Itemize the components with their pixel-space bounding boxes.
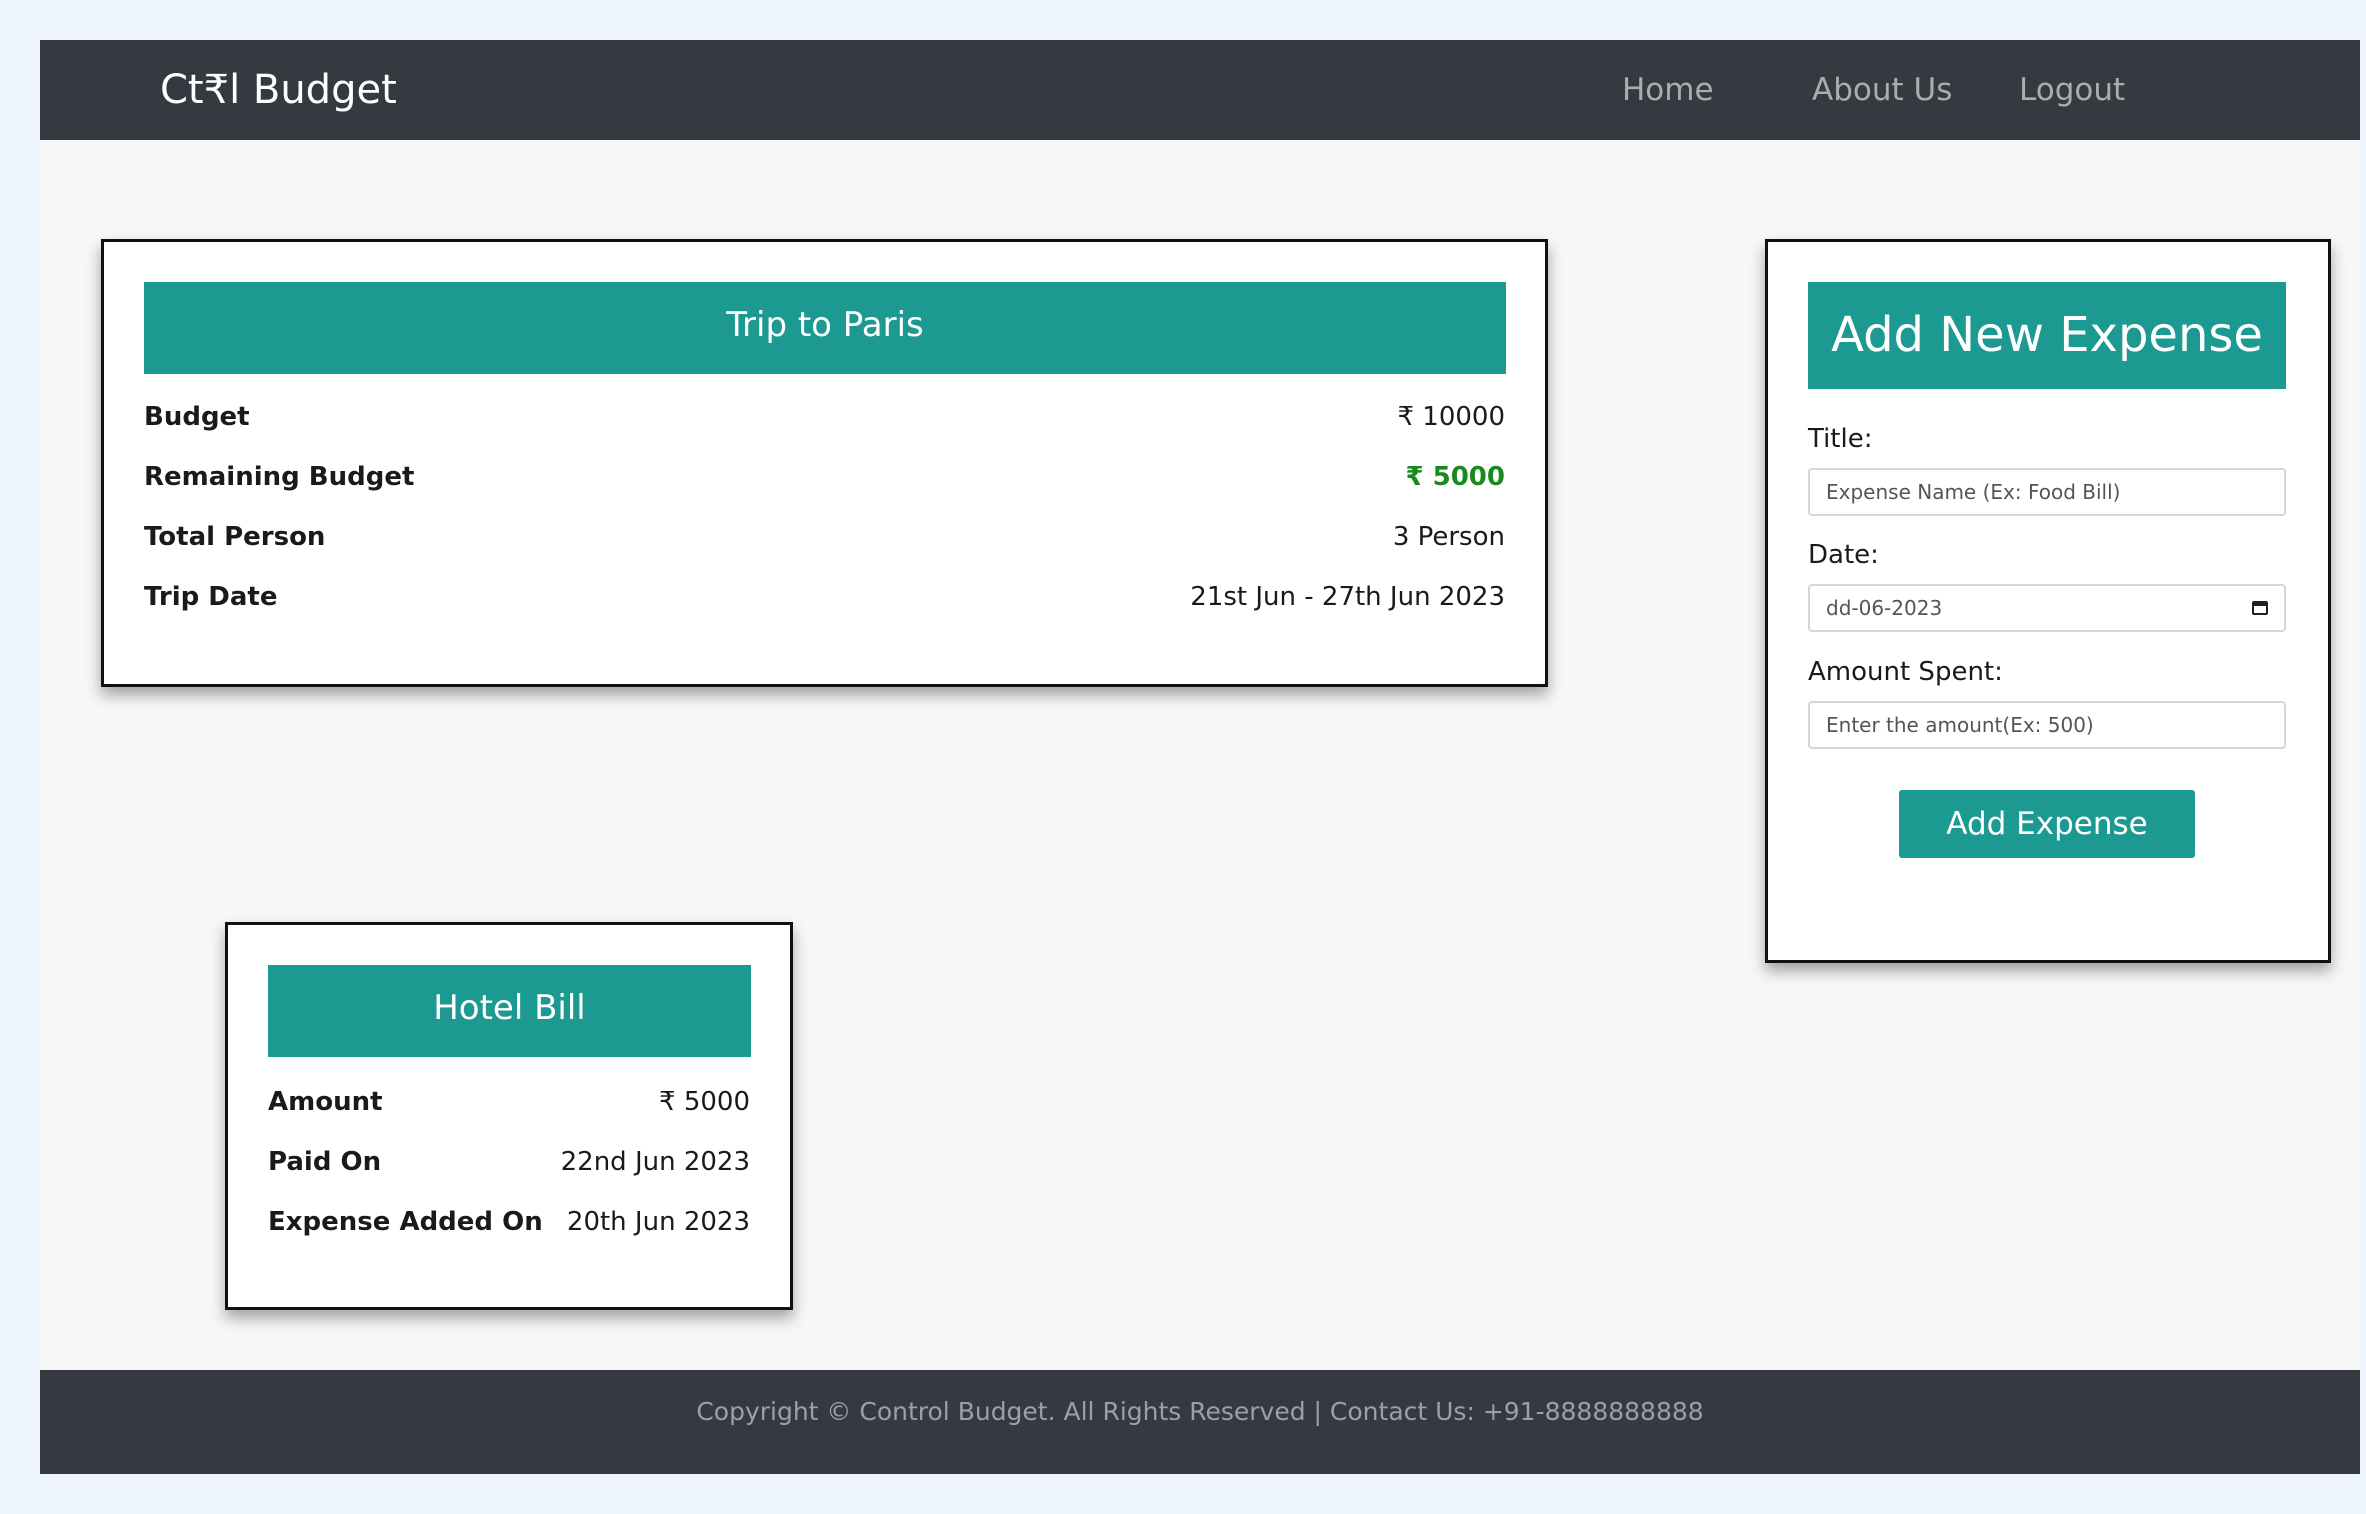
brand-logo[interactable]: Ct₹l Budget	[160, 58, 397, 122]
date-field-label: Date:	[1808, 540, 1879, 570]
expense-added-on-label: Expense Added On	[268, 1207, 543, 1237]
nav-link-home[interactable]: Home	[1622, 58, 1714, 122]
app-container: Ct₹l Budget Home About Us Logout Trip to…	[40, 40, 2360, 1474]
budget-value: ₹ 10000	[1397, 402, 1505, 432]
remaining-budget-label: Remaining Budget	[144, 462, 415, 492]
navbar: Ct₹l Budget Home About Us Logout	[40, 40, 2360, 140]
total-person-value: 3 Person	[1392, 522, 1505, 552]
add-expense-form: Add New Expense Title: Expense Name (Ex:…	[1765, 239, 2331, 963]
title-input-placeholder: Expense Name (Ex: Food Bill)	[1826, 480, 2121, 504]
nav-link-logout[interactable]: Logout	[2019, 58, 2125, 122]
trip-date-label: Trip Date	[144, 582, 278, 612]
date-input-value: dd-06-2023	[1826, 596, 1943, 620]
paid-on-label: Paid On	[268, 1147, 382, 1177]
expense-amount-label: Amount	[268, 1087, 383, 1117]
title-field-label: Title:	[1808, 424, 1873, 454]
trip-date-value: 21st Jun - 27th Jun 2023	[1190, 582, 1505, 612]
add-expense-title: Add New Expense	[1808, 282, 2286, 389]
budget-label: Budget	[144, 402, 250, 432]
paid-on-value: 22nd Jun 2023	[560, 1147, 750, 1177]
expense-amount-value: ₹ 5000	[659, 1087, 750, 1117]
nav-link-about-us[interactable]: About Us	[1812, 58, 1952, 122]
trip-title: Trip to Paris	[144, 282, 1506, 374]
expense-added-on-value: 20th Jun 2023	[566, 1207, 750, 1237]
expense-title: Hotel Bill	[268, 965, 751, 1057]
calendar-icon[interactable]	[2252, 601, 2268, 615]
amount-input[interactable]: Enter the amount(Ex: 500)	[1808, 701, 2286, 749]
expense-card: Hotel Bill Amount ₹ 5000 Paid On 22nd Ju…	[225, 922, 793, 1310]
trip-card: Trip to Paris Budget ₹ 10000 Remaining B…	[101, 239, 1548, 687]
footer: Copyright © Control Budget. All Rights R…	[40, 1370, 2360, 1474]
footer-text: Copyright © Control Budget. All Rights R…	[696, 1397, 1704, 1426]
remaining-budget-value: ₹ 5000	[1405, 462, 1505, 492]
date-input[interactable]: dd-06-2023	[1808, 584, 2286, 632]
amount-input-placeholder: Enter the amount(Ex: 500)	[1826, 713, 2094, 737]
title-input[interactable]: Expense Name (Ex: Food Bill)	[1808, 468, 2286, 516]
amount-field-label: Amount Spent:	[1808, 657, 2003, 687]
add-expense-button[interactable]: Add Expense	[1899, 790, 2195, 858]
total-person-label: Total Person	[144, 522, 326, 552]
